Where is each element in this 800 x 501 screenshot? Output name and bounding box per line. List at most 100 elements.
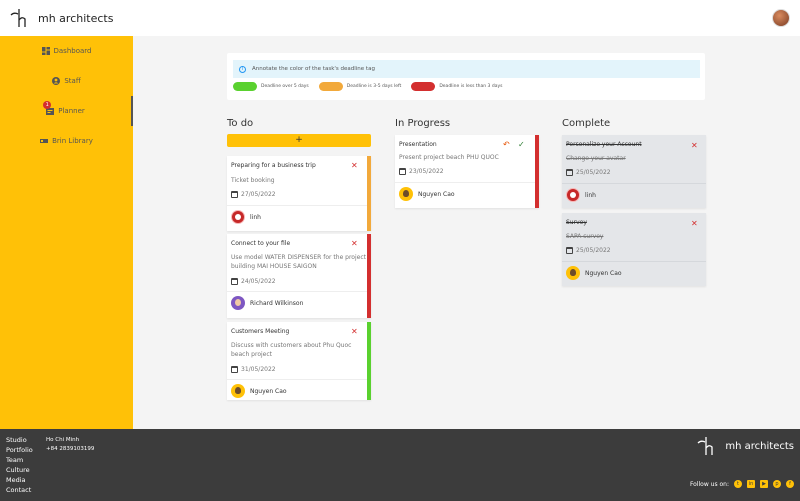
legend-label: Deadline is 3-5 days left [346,84,402,89]
divider [395,182,535,183]
task-title: Connect to your file [231,240,291,247]
avatar [231,384,245,398]
task-card[interactable]: Customers Meeting ✕ Discuss with custome… [227,322,371,400]
task-deadline: 23/05/2022 [399,168,444,175]
avatar [231,210,245,224]
divider [227,205,367,206]
sidebar-item-planner[interactable]: 1 Planner [0,96,133,126]
task-date: 27/05/2022 [241,191,276,198]
footer-link-portfolio[interactable]: Portfolio [6,446,33,455]
deadline-stripe [367,156,371,231]
calendar-icon [231,278,238,285]
legend-label: Deadline over 5 days [261,84,309,89]
task-assignee: Nguyen Cao [399,187,455,201]
task-assignee: linh [566,188,596,202]
check-icon[interactable]: ✓ [518,140,525,149]
dashboard-icon [41,47,50,55]
avatar [231,296,245,310]
divider [227,291,367,292]
task-description: Present project beach PHU QUOC [399,154,499,161]
task-date: 31/05/2022 [241,366,276,373]
social-links: Follow us on: t in ▶ p f [690,480,794,488]
info-icon: i [239,65,246,73]
task-description: Change your avatar [566,155,626,162]
deadline-legend: i Annotate the color of the task's deadl… [227,53,705,100]
legend-items: Deadline over 5 days Deadline is 3-5 day… [233,82,512,91]
task-card[interactable]: Preparing for a business trip ✕ Ticket b… [227,156,371,231]
assignee-name: Nguyen Cao [250,387,287,395]
deadline-stripe [535,135,539,208]
task-description: Ticket booking [231,177,275,184]
avatar [566,188,580,202]
task-title: Preparing for a business trip [231,162,316,169]
task-deadline: 31/05/2022 [231,366,276,373]
calendar-icon [566,247,573,254]
assignee-name: linh [585,191,596,199]
legend-orange-pill [318,82,343,91]
task-description-line2: building MAI HOUSE SAIGON [231,263,317,270]
close-icon[interactable]: ✕ [691,219,698,228]
task-title: Customers Meeting [231,328,290,335]
footer-link-contact[interactable]: Contact [6,486,33,495]
deadline-stripe [367,322,371,400]
task-card[interactable]: Presentation ↶ ✓ Present project beach P… [395,135,539,208]
footer-link-team[interactable]: Team [6,456,33,465]
sidebar-item-dashboard[interactable]: Dashboard [0,36,133,66]
task-date: 24/05/2022 [241,278,276,285]
close-icon[interactable]: ✕ [691,141,698,150]
main-content: i Annotate the color of the task's deadl… [133,36,800,429]
assignee-name: Nguyen Cao [585,269,622,277]
legend-label: Deadline is less than 3 days [439,84,503,89]
undo-icon[interactable]: ↶ [503,140,510,149]
linkedin-icon[interactable]: in [747,480,755,488]
task-date: 25/05/2022 [576,247,611,254]
avatar [566,266,580,280]
legend-green-pill [233,82,257,91]
task-card[interactable]: Connect to your file ✕ Use model WATER D… [227,234,371,318]
task-card[interactable]: Personalize your Account ✕ Change your a… [562,135,706,208]
footer-link-media[interactable]: Media [6,476,33,485]
close-icon[interactable]: ✕ [351,327,358,336]
task-description-line2: beach project [231,351,273,358]
youtube-icon[interactable]: ▶ [760,480,768,488]
calendar-icon [231,366,238,373]
close-icon[interactable]: ✕ [351,239,358,248]
legend-red-pill [411,82,436,91]
assignee-name: linh [250,213,261,221]
task-deadline: 25/05/2022 [566,247,611,254]
column-title-progress: In Progress [395,118,451,129]
facebook-icon[interactable]: f [786,480,794,488]
logo-mark-icon [697,437,714,455]
task-assignee: Nguyen Cao [231,384,287,398]
task-description: Discuss with customers about Phu Quoc [231,342,352,349]
sidebar-item-label: Staff [64,77,81,85]
footer-link-culture[interactable]: Culture [6,466,33,475]
footer-link-studio[interactable]: Studio [6,436,33,445]
task-date: 25/05/2022 [576,169,611,176]
task-deadline: 24/05/2022 [231,278,276,285]
planner-icon-wrap: 1 [43,101,55,115]
footer: Studio Portfolio Team Culture Media Cont… [0,429,800,501]
legend-info-banner: i Annotate the color of the task's deadl… [233,60,700,78]
footer-contact: Ho Chi Minh +84 2839103199 [46,436,94,454]
task-title: Survey [566,219,587,226]
add-task-button[interactable]: + [227,134,371,147]
task-card[interactable]: Survey ✕ SAPA survey 25/05/2022 Nguyen C… [562,213,706,286]
sidebar-item-library[interactable]: Brin Library [0,126,133,156]
twitter-icon[interactable]: t [734,480,742,488]
user-avatar[interactable] [772,9,790,27]
task-title: Presentation [399,141,437,148]
avatar [399,187,413,201]
calendar-icon [231,191,238,198]
divider [227,379,367,380]
footer-logo: mh architects [697,436,794,456]
sidebar: Dashboard Staff 1 Planner Brin Library [0,36,133,429]
pinterest-icon[interactable]: p [773,480,781,488]
close-icon[interactable]: ✕ [351,161,358,170]
brand-logo[interactable]: mh architects [10,8,113,28]
sidebar-item-staff[interactable]: Staff [0,66,133,96]
divider [562,183,706,184]
logo-mark-icon [10,9,26,27]
column-title-complete: Complete [562,118,611,129]
task-assignee: linh [231,210,261,224]
